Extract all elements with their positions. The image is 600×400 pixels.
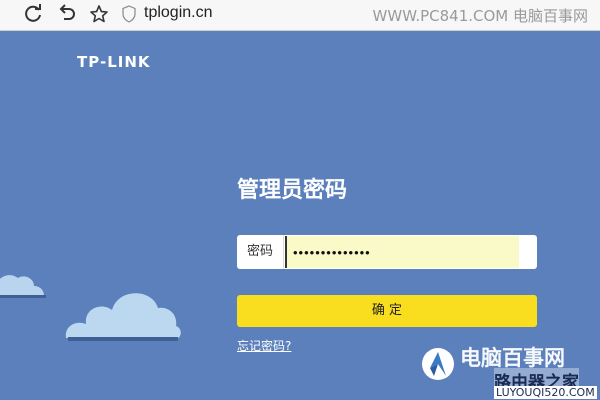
watermark-logo-icon: [420, 346, 456, 382]
back-icon[interactable]: [56, 3, 78, 25]
password-label: 密码: [237, 235, 284, 269]
password-input[interactable]: [285, 236, 519, 268]
site-watermark-text: WWW.PC841.COM 电脑百事网: [372, 7, 588, 25]
shield-icon: [122, 5, 136, 23]
confirm-button[interactable]: 确 定: [237, 295, 537, 327]
bookmark-star-icon[interactable]: [88, 3, 110, 25]
tp-link-logo: TP-LINK: [77, 53, 151, 71]
url-text[interactable]: tplogin.cn: [144, 4, 213, 22]
watermark: 电脑百事网 路由器之家 LUYOUQI520.COM: [420, 340, 600, 400]
reload-icon[interactable]: [22, 3, 44, 25]
watermark-url: LUYOUQI520.COM: [494, 386, 597, 399]
address-bar[interactable]: tplogin.cn: [118, 3, 358, 25]
cloud-decoration-small: [0, 258, 50, 300]
password-field: 密码: [237, 235, 537, 269]
page-title: 管理员密码: [237, 178, 348, 203]
browser-toolbar: tplogin.cn WWW.PC841.COM 电脑百事网: [0, 0, 600, 31]
cloud-decoration-large: [62, 268, 182, 344]
forgot-password-link[interactable]: 忘记密码?: [237, 337, 291, 354]
